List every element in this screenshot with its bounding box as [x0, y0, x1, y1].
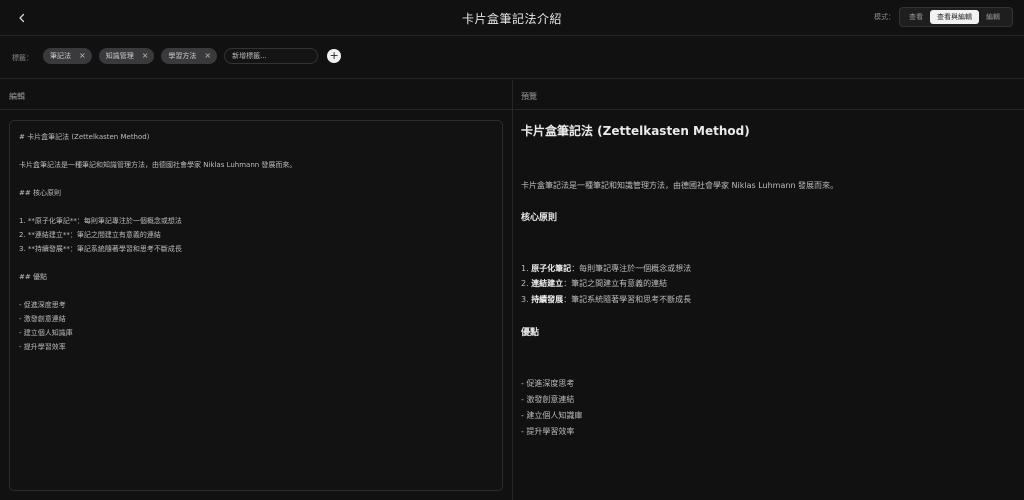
preview-panel-title: 預覽 — [513, 80, 1024, 110]
preview-list-item: 2. 連結建立：筆記之間建立有意義的連結 — [521, 278, 667, 289]
preview-heading-1: 卡片盒筆記法 (Zettelkasten Method) — [521, 124, 750, 138]
list-desc: ：筆記系統隨著學習和思考不斷成長 — [563, 295, 692, 304]
tag-bar: 標籤： 筆記法 × 知識管理 × 學習方法 × + — [0, 37, 1024, 79]
panel-divider — [512, 80, 513, 500]
editor-line: - 促進深度思考 — [19, 301, 66, 309]
editor-line: 卡片盒筆記法是一種筆記和知識管理方法，由德國社會學家 Niklas Luhman… — [19, 161, 297, 169]
preview-list-item: 1. 原子化筆記：每則筆記專注於一個概念或想法 — [521, 263, 691, 274]
preview-bullet-item: - 建立個人知識庫 — [521, 411, 583, 420]
list-number: 2. — [521, 279, 529, 288]
preview-heading-benefits: 優點 — [521, 328, 540, 338]
editor-line: 2. **連結建立**：筆記之間建立有意義的連結 — [19, 231, 161, 239]
tag-chip: 學習方法 × — [161, 48, 218, 64]
list-desc: ：筆記之間建立有意義的連結 — [563, 279, 668, 288]
list-desc: ：每則筆記專注於一個概念或想法 — [571, 264, 692, 273]
preview-bullet-item: - 促進深度思考 — [521, 379, 575, 388]
mode-view-edit-button[interactable]: 查看與編輯 — [930, 10, 979, 24]
preview-bullet-item: - 激發創意連結 — [521, 395, 575, 404]
new-tag-input[interactable] — [224, 48, 319, 64]
remove-tag-icon[interactable]: × — [142, 52, 149, 60]
editor-line: - 激發創意連結 — [19, 315, 66, 323]
editor-line: ## 核心原則 — [19, 189, 61, 197]
editor-line: 1. **原子化筆記**：每則筆記專注於一個概念或想法 — [19, 217, 182, 225]
list-number: 1. — [521, 264, 529, 273]
plus-icon: + — [329, 49, 339, 62]
tag-chip: 知識管理 × — [98, 48, 155, 64]
list-number: 3. — [521, 295, 529, 304]
editor-panel-title: 編輯 — [0, 80, 512, 110]
editor-line: 3. **持續發展**：筆記系統隨著學習和思考不斷成長 — [19, 245, 182, 253]
preview-list-item: 3. 持續發展：筆記系統隨著學習和思考不斷成長 — [521, 294, 691, 305]
markdown-editor[interactable]: # 卡片盒筆記法 (Zettelkasten Method) 卡片盒筆記法是一種… — [9, 120, 503, 491]
list-term: 連結建立 — [531, 279, 564, 288]
tag-chip-label: 知識管理 — [105, 52, 134, 60]
editor-line: ## 優點 — [19, 273, 47, 281]
preview-heading-principles: 核心原則 — [521, 213, 558, 223]
tag-list: 筆記法 × 知識管理 × 學習方法 × + — [43, 48, 342, 64]
list-term: 持續發展 — [531, 295, 564, 304]
remove-tag-icon[interactable]: × — [79, 52, 86, 60]
tag-chip: 筆記法 × — [43, 48, 92, 64]
preview-bullet-item: - 提升學習效率 — [521, 427, 575, 436]
top-bar: 卡片盒筆記法介紹 模式： 查看 查看與編輯 編輯 — [0, 0, 1024, 36]
add-tag-button[interactable]: + — [327, 49, 342, 63]
list-term: 原子化筆記 — [531, 264, 572, 273]
editor-line: - 建立個人知識庫 — [19, 329, 73, 337]
editor-line: # 卡片盒筆記法 (Zettelkasten Method) — [19, 133, 150, 141]
mode-switcher: 查看 查看與編輯 編輯 — [899, 7, 1013, 27]
editor-line: - 提升學習效率 — [19, 343, 66, 351]
tags-label: 標籤： — [12, 54, 33, 62]
mode-label: 模式： — [874, 13, 895, 21]
page-title: 卡片盒筆記法介紹 — [461, 12, 562, 26]
tag-chip-label: 筆記法 — [50, 52, 71, 60]
mode-view-button[interactable]: 查看 — [902, 10, 930, 24]
remove-tag-icon[interactable]: × — [204, 52, 211, 60]
mode-edit-button[interactable]: 編輯 — [979, 10, 1007, 24]
preview-paragraph: 卡片盒筆記法是一種筆記和知識管理方法，由德國社會學家 Niklas Luhman… — [521, 181, 839, 190]
tag-chip-label: 學習方法 — [168, 52, 197, 60]
